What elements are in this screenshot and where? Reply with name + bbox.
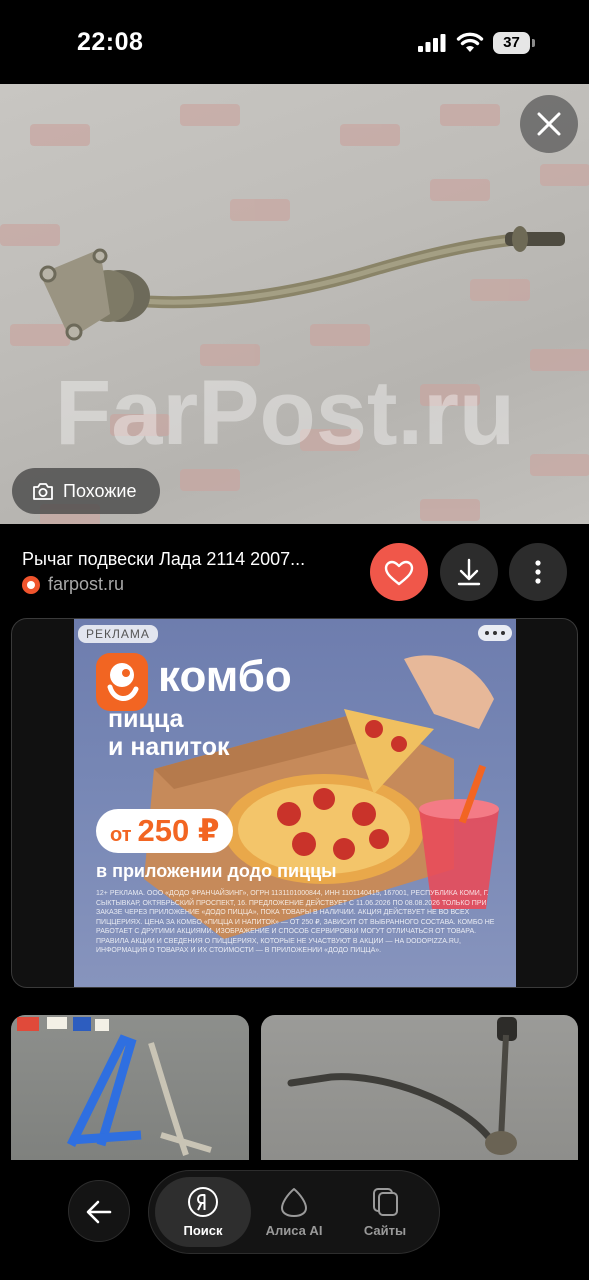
back-button[interactable]	[68, 1180, 130, 1242]
close-button[interactable]	[520, 95, 578, 153]
ad-price-badge: от 250 ₽	[96, 809, 234, 853]
ad-subheadline: пицца и напиток	[108, 705, 328, 761]
ad-subheadline-line2: и напиток	[108, 733, 230, 761]
source-domain: farpost.ru	[48, 574, 125, 594]
close-icon	[537, 112, 561, 136]
tab-sites-label: Сайты	[363, 1223, 407, 1238]
ad-price-prefix: от	[110, 824, 132, 846]
ad-legal-text: 12+ РЕКЛАМА. ООО «ДОДО ФРАНЧАЙЗИНГ», ОГР…	[96, 890, 495, 954]
ad-subheadline-line1: пицца	[108, 705, 184, 733]
sites-icon	[373, 1188, 398, 1216]
yandex-search-icon	[188, 1187, 218, 1217]
tab-search-label: Поиск	[183, 1223, 223, 1238]
tab-search[interactable]: Поиск	[155, 1177, 251, 1247]
ad-price: 250 ₽	[137, 813, 220, 848]
farpost-favicon-icon	[22, 575, 40, 594]
like-button[interactable]	[370, 543, 428, 601]
tab-alice-label: Алиса AI	[265, 1223, 323, 1238]
ad-card[interactable]: РЕКЛАМА комбо пицца и напиток от 250 ₽ в…	[11, 618, 578, 988]
ad-app-text: в приложении додо пиццы	[96, 861, 337, 881]
status-time: 22:08	[77, 28, 144, 56]
dodo-logo-icon	[96, 653, 148, 711]
battery-level: 37	[493, 32, 530, 54]
lever-photo	[287, 1017, 517, 1155]
download-icon	[457, 558, 481, 586]
result-source[interactable]: farpost.ru	[22, 574, 124, 595]
bottom-tab-bar: Поиск Алиса AI Сайты	[148, 1170, 440, 1254]
tab-sites[interactable]: Сайты	[337, 1177, 433, 1247]
result-photo[interactable]: FarPost.ru Похожие	[0, 84, 589, 524]
watermark-text: FarPost.ru	[55, 362, 515, 464]
heart-icon	[384, 560, 414, 586]
similar-images-label: Похожие	[63, 480, 137, 501]
battery-icon: 37	[493, 32, 535, 54]
cellular-signal-icon	[418, 34, 446, 52]
tab-alice[interactable]: Алиса AI	[246, 1177, 342, 1247]
ad-label: РЕКЛАМА	[78, 625, 158, 643]
more-options-button[interactable]	[509, 543, 567, 601]
ad-menu-button[interactable]	[478, 625, 512, 641]
result-title[interactable]: Рычаг подвески Лада 2114 2007...	[22, 549, 342, 570]
blue-control-arm-photo	[17, 1017, 212, 1156]
status-bar: 22:08 37	[0, 0, 589, 84]
similar-images-button[interactable]: Похожие	[12, 468, 160, 514]
result-thumbnail[interactable]	[11, 1015, 249, 1160]
more-vertical-icon	[535, 560, 541, 584]
ad-headline: комбо	[158, 652, 292, 701]
arrow-left-icon	[86, 1200, 112, 1224]
result-info	[0, 524, 589, 616]
wifi-icon	[456, 32, 484, 52]
camera-icon	[33, 483, 53, 500]
ad-banner[interactable]: РЕКЛАМА комбо пицца и напиток от 250 ₽ в…	[74, 619, 516, 987]
download-button[interactable]	[440, 543, 498, 601]
alice-icon	[281, 1188, 307, 1217]
result-thumbnail[interactable]	[261, 1015, 578, 1160]
suspension-arm-photo: FarPost.ru	[0, 104, 589, 524]
